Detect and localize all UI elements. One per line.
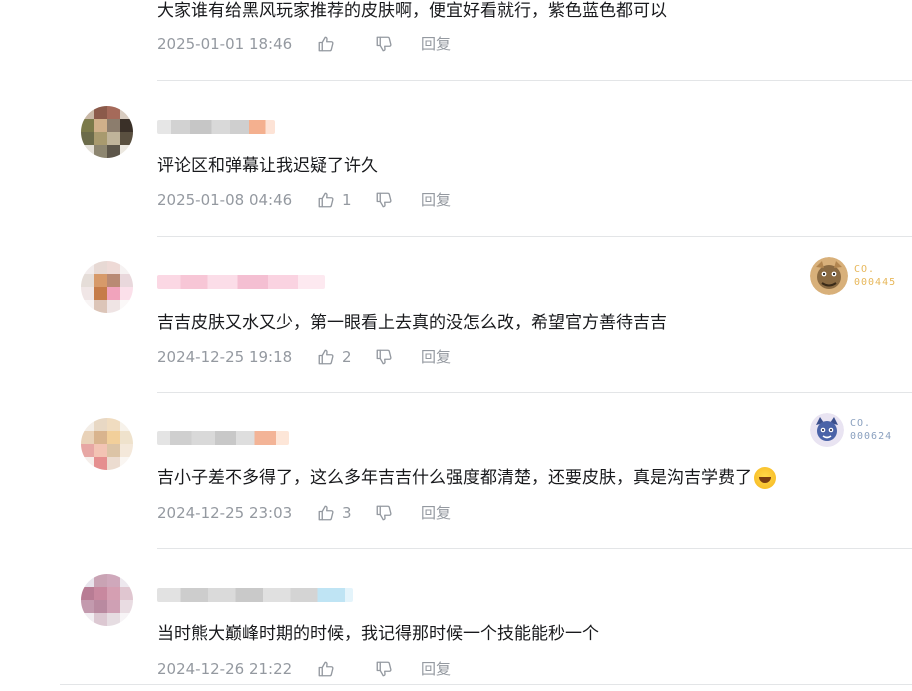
- laughing-crying-emoji-icon: [754, 467, 776, 489]
- comment-text: 吉小子差不多得了，这么多年吉吉什么强度都清楚，还要皮肤，真是沟吉学费了: [157, 467, 776, 489]
- like-button[interactable]: 3: [317, 503, 375, 523]
- comment-time: 2024-12-25 19:18: [157, 348, 293, 366]
- comment-meta: 2025-01-08 04:46 1 回复: [157, 190, 451, 210]
- badge-line1: CO.: [850, 418, 872, 429]
- thumbs-up-icon: [318, 661, 334, 677]
- reply-button[interactable]: 回复: [421, 503, 451, 523]
- thumbs-down-icon: [376, 192, 392, 208]
- badge-line1: CO.: [854, 264, 876, 275]
- badge-number: CO. 000624: [850, 417, 892, 443]
- comment-text: 评论区和弹幕让我迟疑了许久: [157, 156, 378, 176]
- dislike-button[interactable]: [375, 191, 421, 209]
- divider: [157, 236, 912, 237]
- thumbs-down-icon: [376, 36, 392, 52]
- thumbs-down-icon: [376, 661, 392, 677]
- like-button[interactable]: 1: [317, 190, 375, 210]
- reply-button[interactable]: 回复: [421, 659, 451, 679]
- reply-button[interactable]: 回复: [421, 190, 451, 210]
- comment-meta: 2024-12-25 19:18 2 回复: [157, 347, 451, 367]
- avatar[interactable]: [81, 106, 133, 158]
- comment-time: 2025-01-08 04:46: [157, 191, 293, 209]
- like-button[interactable]: [317, 35, 375, 53]
- badge-line2: 000624: [850, 431, 893, 442]
- dislike-button[interactable]: [375, 348, 421, 366]
- username[interactable]: [157, 120, 275, 134]
- dislike-button[interactable]: [375, 660, 421, 678]
- comment-text: 当时熊大巅峰时期的时候，我记得那时候一个技能能秒一个: [157, 624, 599, 644]
- comment-meta: 2024-12-26 21:22 回复: [157, 659, 451, 679]
- avatar[interactable]: [81, 261, 133, 313]
- avatar[interactable]: [81, 574, 133, 626]
- comment-text: 大家谁有给黑风玩家推荐的皮肤啊，便宜好看就行，紫色蓝色都可以: [157, 1, 667, 21]
- divider: [157, 80, 912, 81]
- comment-text-body: 吉小子差不多得了，这么多年吉吉什么强度都清楚，还要皮肤，真是沟吉学费了: [157, 468, 752, 488]
- dislike-button[interactable]: [375, 35, 421, 53]
- dislike-button[interactable]: [375, 504, 421, 522]
- like-button[interactable]: 2: [317, 347, 375, 367]
- thumbs-up-icon: [318, 36, 334, 52]
- divider: [157, 392, 912, 393]
- badge-number: CO. 000445: [854, 263, 896, 289]
- username[interactable]: [157, 275, 325, 289]
- comment-time: 2025-01-01 18:46: [157, 35, 293, 53]
- comment-meta: 2025-01-01 18:46 回复: [157, 34, 451, 54]
- divider: [157, 548, 912, 549]
- comment-meta: 2024-12-25 23:03 3 回复: [157, 503, 451, 523]
- reply-button[interactable]: 回复: [421, 347, 451, 367]
- thumbs-up-icon: [318, 349, 334, 365]
- thumbs-down-icon: [376, 505, 392, 521]
- badge-line2: 000445: [854, 277, 897, 288]
- like-count: 2: [342, 348, 352, 366]
- fan-badge[interactable]: CO. 000624: [810, 413, 892, 447]
- badge-avatar: [810, 257, 848, 295]
- comment-time: 2024-12-25 23:03: [157, 504, 293, 522]
- comment-time: 2024-12-26 21:22: [157, 660, 293, 678]
- username[interactable]: [157, 431, 289, 445]
- thumbs-down-icon: [376, 349, 392, 365]
- username[interactable]: [157, 588, 353, 602]
- badge-avatar: [810, 413, 844, 447]
- comment-text: 吉吉皮肤又水又少，第一眼看上去真的没怎么改，希望官方善待吉吉: [157, 313, 667, 333]
- like-count: 3: [342, 504, 352, 522]
- divider: [60, 684, 912, 685]
- like-count: 1: [342, 191, 352, 209]
- like-button[interactable]: [317, 660, 375, 678]
- reply-button[interactable]: 回复: [421, 34, 451, 54]
- avatar[interactable]: [81, 418, 133, 470]
- thumbs-up-icon: [318, 505, 334, 521]
- thumbs-up-icon: [318, 192, 334, 208]
- fan-badge[interactable]: CO. 000445: [810, 257, 896, 295]
